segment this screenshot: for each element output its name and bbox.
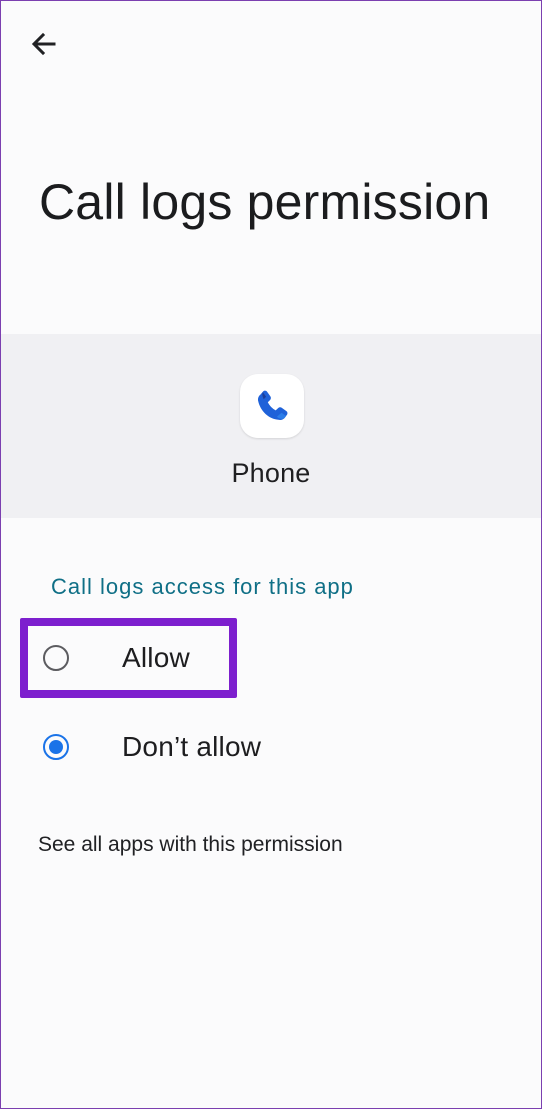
phone-icon [258, 390, 288, 420]
dont-allow-radio[interactable] [43, 734, 69, 760]
section-label: Call logs access for this app [51, 574, 354, 599]
see-all-apps-link[interactable]: See all apps with this permission [38, 833, 343, 857]
dont-allow-label: Don’t allow [122, 731, 262, 762]
dont-allow-option[interactable]: Don’t allow [43, 719, 463, 775]
back-arrow-icon [31, 32, 56, 56]
permission-screen: Call logs permission Phone Call logs acc… [0, 0, 542, 1109]
app-name: Phone [231, 458, 311, 488]
app-icon [240, 374, 304, 438]
page-title: Call logs permission [39, 174, 491, 230]
app-header: Phone [1, 334, 541, 518]
highlight-box [20, 618, 237, 698]
back-button[interactable] [23, 23, 65, 65]
